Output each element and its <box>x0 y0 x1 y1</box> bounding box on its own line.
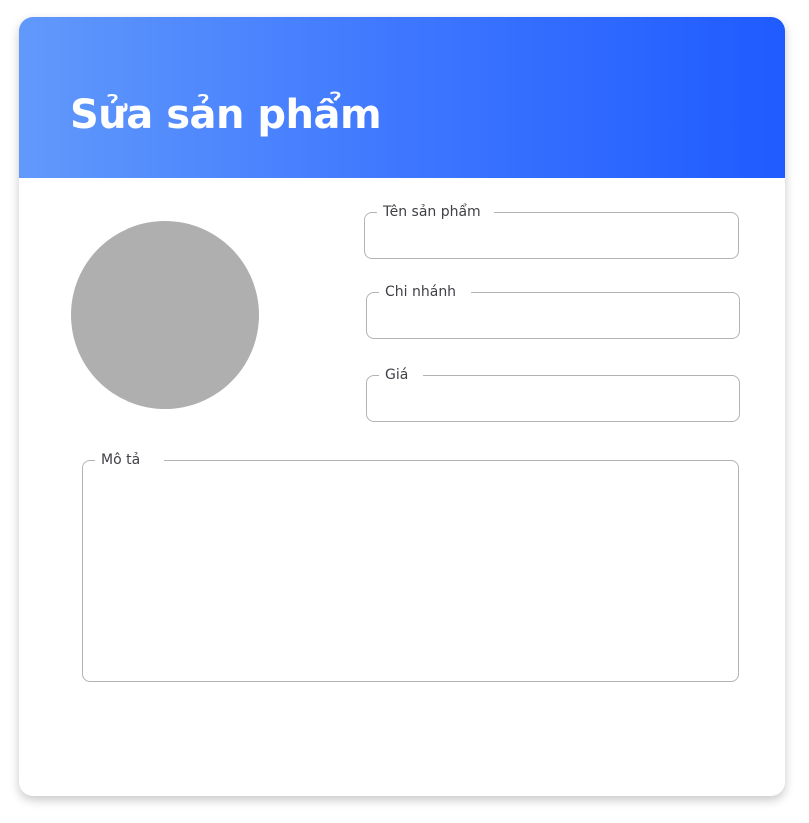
product-name-field[interactable]: Tên sản phẩm <box>364 203 739 259</box>
price-input[interactable] <box>381 386 725 413</box>
branch-input[interactable] <box>381 303 725 330</box>
card-header: Sửa sản phẩm <box>19 17 785 178</box>
description-label: Mô tả <box>95 451 165 469</box>
branch-field[interactable]: Chi nhánh <box>366 283 740 339</box>
edit-product-card: Sửa sản phẩm Tên sản phẩm Chi nhánh Giá … <box>19 17 785 796</box>
branch-label: Chi nhánh <box>379 283 472 301</box>
product-image-placeholder[interactable] <box>71 221 259 409</box>
price-label: Giá <box>379 366 424 384</box>
product-name-input[interactable] <box>379 223 724 250</box>
description-textarea[interactable] <box>97 477 724 673</box>
product-name-label: Tên sản phẩm <box>377 203 494 221</box>
description-field[interactable]: Mô tả <box>82 451 739 682</box>
price-field[interactable]: Giá <box>366 366 740 422</box>
page-title: Sửa sản phẩm <box>70 92 382 138</box>
